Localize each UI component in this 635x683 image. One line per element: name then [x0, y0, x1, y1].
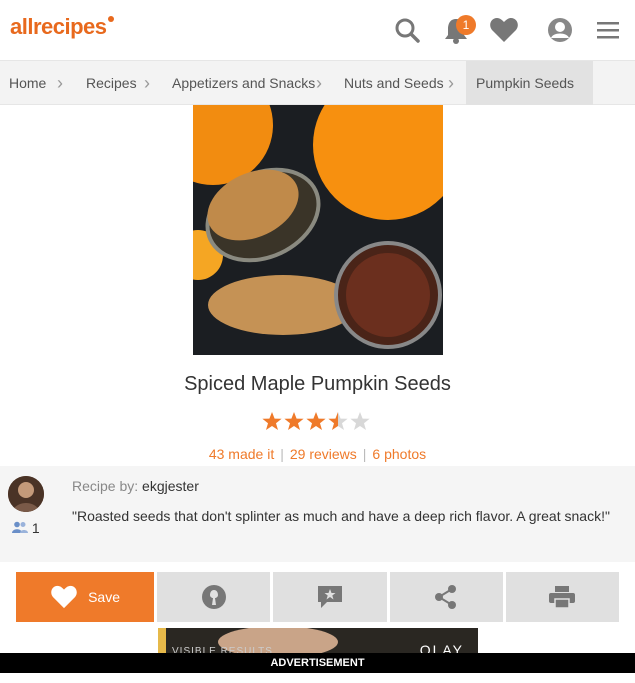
advertisement-label: ADVERTISEMENT [0, 653, 635, 673]
recipe-photo[interactable] [193, 105, 443, 355]
chevron-right-icon: › [316, 73, 322, 93]
recipe-description: "Roasted seeds that don't splinter as mu… [72, 508, 610, 524]
made-it-link[interactable]: 43 made it [209, 446, 274, 462]
breadcrumb-recipes[interactable]: Recipes [86, 61, 137, 105]
reviews-link[interactable]: 29 reviews [290, 446, 357, 462]
breadcrumb-appetizers-and-snacks[interactable]: Appetizers and Snacks [172, 61, 315, 105]
search-icon[interactable] [391, 14, 423, 46]
made-it-button[interactable] [157, 572, 271, 622]
review-star-bubble-icon [317, 586, 342, 608]
star-icon [350, 412, 370, 430]
breadcrumb-home[interactable]: Home [9, 61, 46, 105]
print-button[interactable] [505, 572, 619, 622]
print-icon [549, 586, 576, 609]
pumpkin-seeds-photo-illustration [193, 105, 443, 355]
separator: | [362, 446, 367, 462]
rating-stars[interactable] [261, 411, 371, 431]
author-avatar[interactable] [8, 476, 44, 512]
profile-avatar-icon[interactable] [544, 14, 576, 46]
chevron-right-icon: › [57, 73, 63, 93]
chevron-right-icon: › [448, 73, 454, 93]
favorites-heart-icon[interactable] [488, 14, 520, 46]
menu-hamburger-icon[interactable] [592, 14, 624, 46]
made-it-icon [201, 585, 226, 609]
allrecipes-logo[interactable]: allrecipes [10, 14, 114, 40]
top-navigation-bar: allrecipes 1 [0, 0, 635, 60]
save-label: Save [88, 589, 121, 605]
rate-review-button[interactable] [273, 572, 387, 622]
notification-count-badge[interactable]: 1 [456, 15, 476, 35]
followers-icon [12, 521, 28, 533]
logo-dot [107, 16, 114, 22]
recipe-actions: Save [16, 572, 619, 622]
logo-text: allrecipes [10, 14, 107, 39]
save-button[interactable]: Save [16, 572, 155, 622]
author-name-link[interactable]: ekgjester [142, 478, 199, 494]
share-icon [435, 585, 457, 609]
share-button[interactable] [389, 572, 503, 622]
recipe-byline: Recipe by: ekgjester [72, 478, 199, 494]
heart-icon [51, 585, 77, 609]
followers-count[interactable]: 1 [12, 520, 40, 536]
advertisement-banner[interactable]: VISIBLE RESULTS OLAY [158, 628, 478, 656]
star-icon [284, 412, 304, 430]
star-icon [262, 412, 282, 430]
recipe-stats: 43 made it | 29 reviews | 6 photos [0, 446, 635, 462]
chevron-right-icon: › [144, 73, 150, 93]
star-icon [328, 412, 348, 430]
followers-number: 1 [31, 520, 40, 536]
recipe-by-label: Recipe by: [72, 478, 139, 494]
breadcrumb: Home › Recipes › Appetizers and Snacks ›… [0, 60, 635, 105]
photos-link[interactable]: 6 photos [372, 446, 426, 462]
breadcrumb-nuts-and-seeds[interactable]: Nuts and Seeds [344, 61, 444, 105]
separator: | [280, 446, 284, 462]
star-icon [306, 412, 326, 430]
breadcrumb-pumpkin-seeds[interactable]: Pumpkin Seeds [466, 61, 594, 105]
recipe-title: Spiced Maple Pumpkin Seeds [184, 373, 451, 395]
